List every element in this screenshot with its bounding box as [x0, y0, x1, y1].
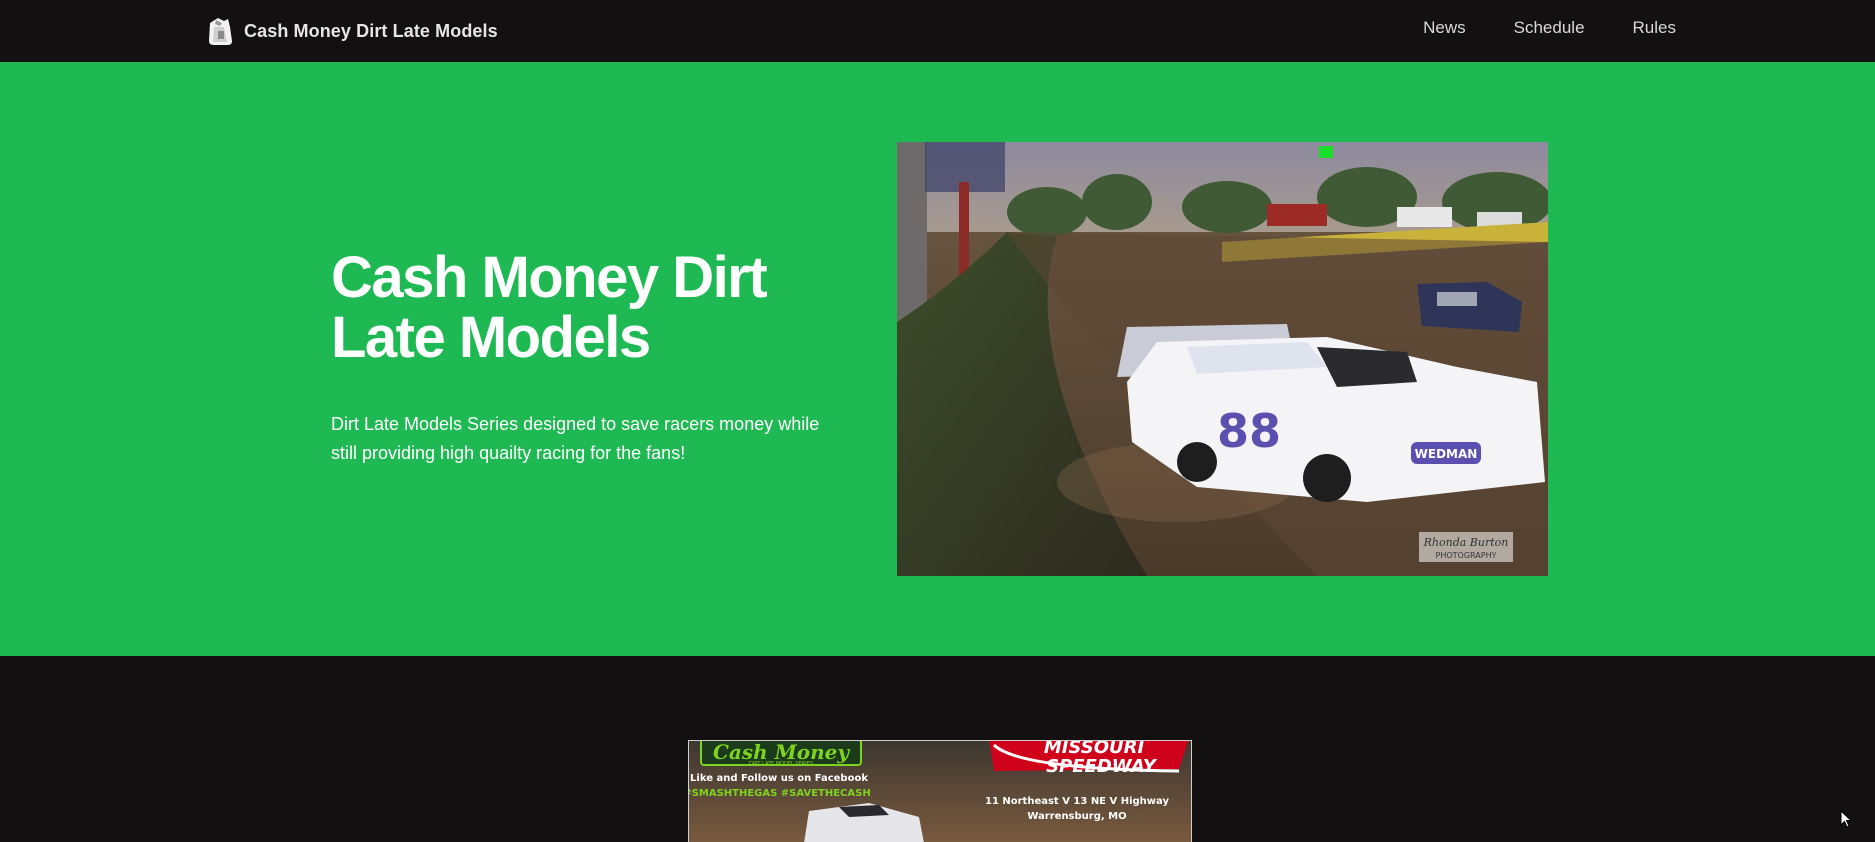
car-sponsor-label: WEDMAN [1415, 447, 1478, 461]
nav-link-news[interactable]: News [1423, 18, 1466, 38]
money-bag-icon [209, 18, 232, 45]
event-flyer-image: Cash Money DIRT LATE MODEL SERIES Like a… [688, 740, 1192, 842]
flyer-address-line1: 11 Northeast V 13 NE V Highway [985, 796, 1169, 807]
nav-link-rules[interactable]: Rules [1633, 18, 1676, 38]
flyer-logo-subtext: DIRT LATE MODEL SERIES [749, 761, 813, 767]
hero-description: Dirt Late Models Series designed to save… [331, 414, 820, 463]
hero-title: Cash Money Dirt Late Models [331, 245, 768, 370]
nav-link-schedule[interactable]: Schedule [1514, 18, 1585, 38]
event-section: Cash Money DIRT LATE MODEL SERIES Like a… [0, 656, 1875, 842]
watermark-photography: PHOTOGRAPHY [1436, 551, 1497, 560]
hero-race-photo: 88 WEDMAN Rhonda Burton PHOTOGRAPHY [897, 142, 1548, 576]
watermark-name: Rhonda Burton [1423, 536, 1509, 549]
flyer-facebook-line: Like and Follow us on Facebook [690, 773, 868, 784]
car-number-label: 88 [1217, 404, 1281, 458]
mouse-pointer-icon [1840, 810, 1853, 828]
top-navbar: Cash Money Dirt Late Models News Schedul… [0, 0, 1875, 62]
flyer-hashtags: #SMASHTHEGAS #SAVETHECASH [689, 788, 871, 799]
hero-section: Cash Money Dirt Late Models Dirt Late Mo… [0, 62, 1875, 656]
brand-link[interactable]: Cash Money Dirt Late Models [204, 13, 498, 49]
brand-name: Cash Money Dirt Late Models [244, 20, 498, 41]
flyer-speedway-bottom: SPEEDWAY [1046, 756, 1158, 777]
nav-links: News Schedule Rules [1423, 18, 1676, 38]
flyer-address-line2: Warrensburg, MO [1027, 811, 1126, 822]
